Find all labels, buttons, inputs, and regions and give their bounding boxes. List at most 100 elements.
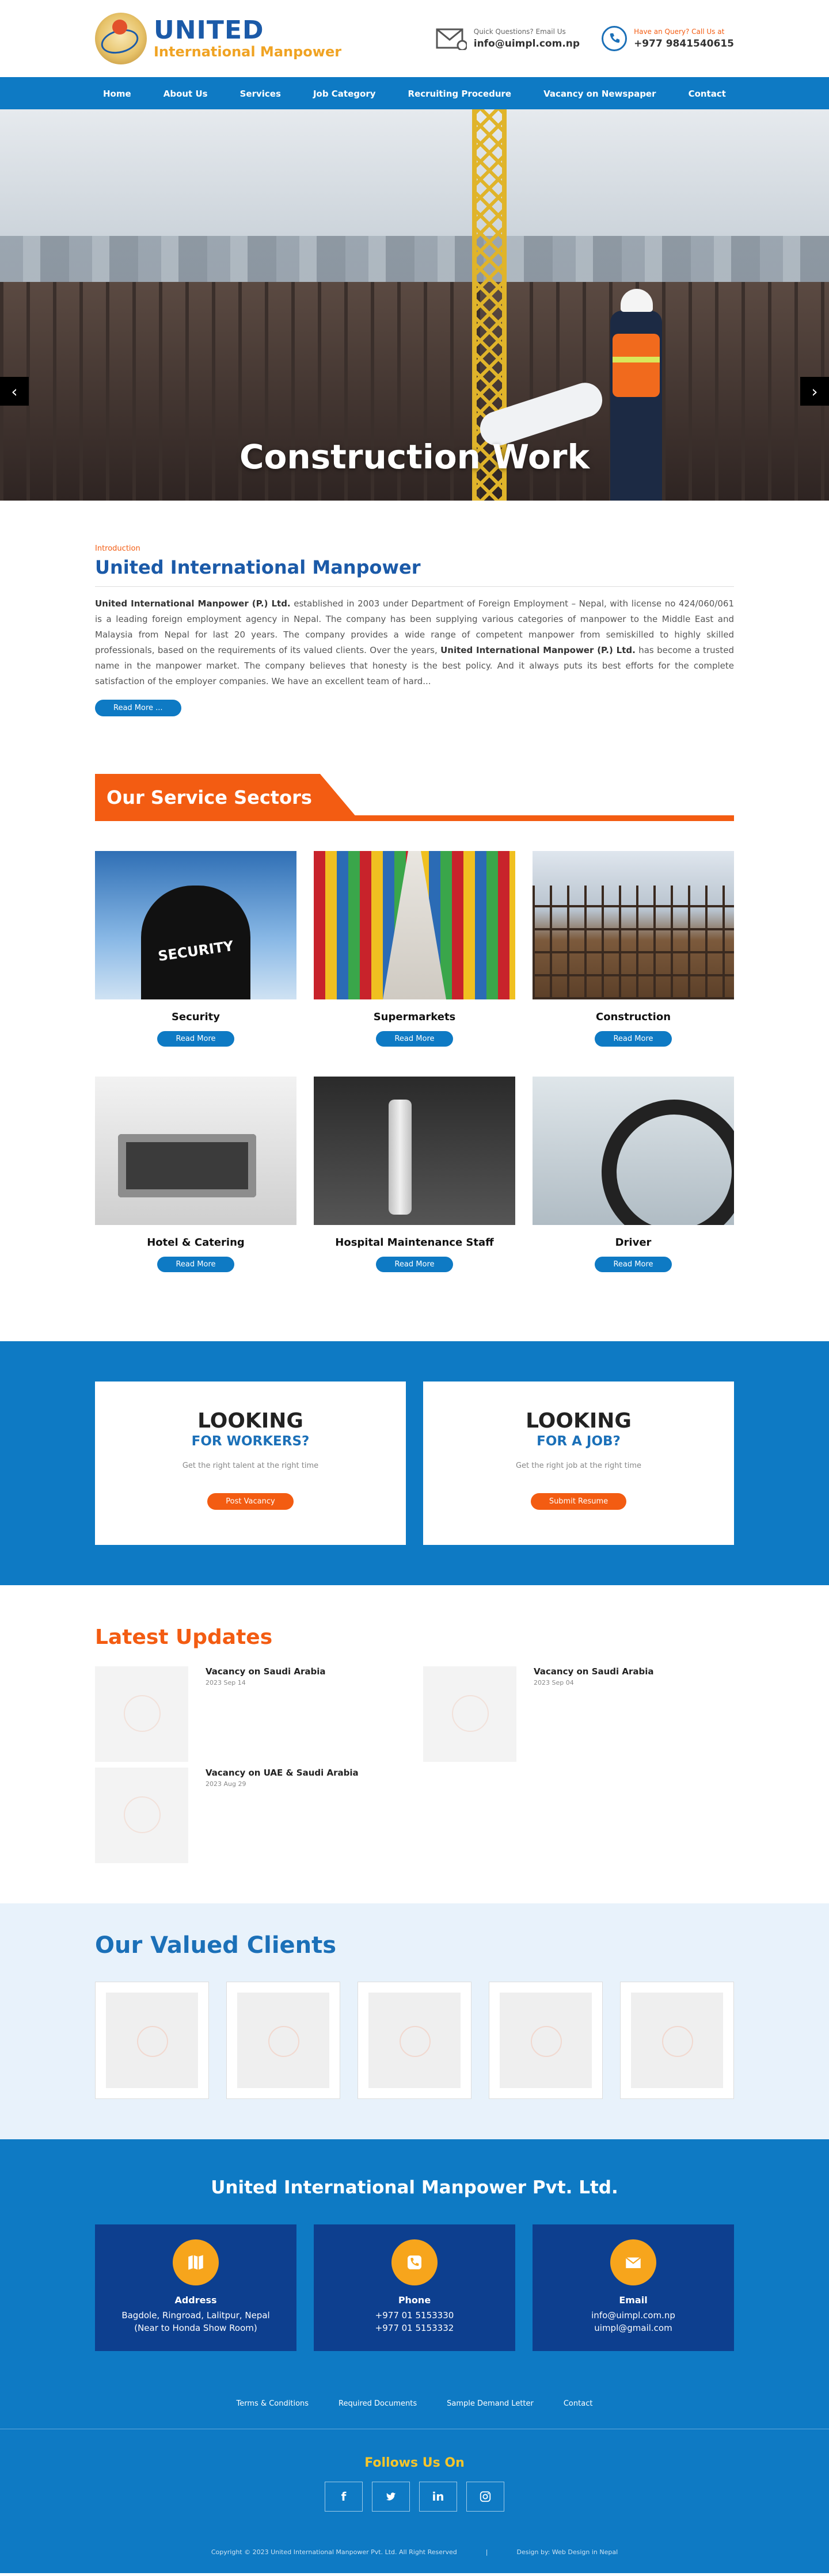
update-date: 2023 Sep 04 bbox=[534, 1679, 574, 1686]
hero-slider: Construction Work ‹ › bbox=[0, 109, 829, 501]
looking-for-workers-box: LOOKING FOR WORKERS? Get the right talen… bbox=[95, 1382, 406, 1545]
nav-vacancy-on-newspaper[interactable]: Vacancy on Newspaper bbox=[543, 89, 656, 99]
instagram-icon[interactable] bbox=[466, 2482, 504, 2512]
twitter-icon[interactable] bbox=[372, 2482, 410, 2512]
sector-name: Security bbox=[171, 1011, 220, 1023]
phone-box: Phone +977 01 5153330 +977 01 5153332 bbox=[314, 2224, 515, 2351]
site-footer: United International Manpower Pvt. Ltd. … bbox=[0, 2139, 829, 2573]
hero-title: Construction Work bbox=[239, 437, 590, 476]
sector-name: Hospital Maintenance Staff bbox=[335, 1237, 494, 1249]
sector-name: Driver bbox=[615, 1237, 652, 1249]
update-item[interactable]: Vacancy on UAE & Saudi Arabia 2023 Aug 29 bbox=[95, 1768, 406, 1863]
client-logo[interactable] bbox=[358, 1982, 471, 2099]
logo-line2: International Manpower bbox=[154, 44, 342, 60]
envelope-icon bbox=[610, 2239, 656, 2285]
slider-prev-button[interactable]: ‹ bbox=[0, 377, 29, 406]
clients-title: Our Valued Clients bbox=[95, 1932, 337, 1959]
footer-link-terms[interactable]: Terms & Conditions bbox=[237, 2399, 309, 2408]
linkedin-icon[interactable]: in bbox=[419, 2482, 457, 2512]
phone-icon bbox=[391, 2239, 438, 2285]
phone-label: Have an Query? Call Us at bbox=[634, 28, 725, 36]
footer-link-contact[interactable]: Contact bbox=[564, 2399, 593, 2408]
sector-name: Construction bbox=[595, 1011, 671, 1023]
intro-text: United International Manpower (P.) Ltd. … bbox=[95, 598, 734, 686]
intro-read-more-button[interactable]: Read More ... bbox=[95, 700, 181, 716]
update-title[interactable]: Vacancy on Saudi Arabia bbox=[206, 1666, 326, 1677]
email-contact[interactable]: Quick Questions? Email Us info@uimpl.com… bbox=[436, 25, 580, 52]
sector-read-more-button[interactable]: Read More bbox=[157, 1257, 234, 1272]
latest-updates-section: Latest Updates Vacancy on Saudi Arabia 20… bbox=[95, 1585, 734, 1903]
footer-company-name: United International Manpower Pvt. Ltd. bbox=[211, 2177, 618, 2198]
intro-eyebrow: Introduction bbox=[95, 544, 140, 553]
chevron-left-icon: ‹ bbox=[11, 381, 18, 401]
phone-icon bbox=[602, 26, 628, 51]
site-header: UNITED International Manpower Quick Ques… bbox=[0, 0, 829, 77]
update-date: 2023 Aug 29 bbox=[206, 1780, 246, 1788]
main-nav: Home About Us Services Job Category Recr… bbox=[0, 77, 829, 109]
facebook-icon[interactable]: f bbox=[325, 2482, 363, 2512]
sector-name: Supermarkets bbox=[373, 1011, 456, 1023]
email-box: Email info@uimpl.com.np uimpl@gmail.com bbox=[533, 2224, 734, 2351]
sector-read-more-button[interactable]: Read More bbox=[376, 1031, 453, 1047]
sector-card-construction: Construction Read More bbox=[533, 851, 734, 1047]
security-image: SECURITY bbox=[95, 851, 296, 999]
footer-link-sample-demand-letter[interactable]: Sample Demand Letter bbox=[447, 2399, 534, 2408]
sector-read-more-button[interactable]: Read More bbox=[157, 1031, 234, 1047]
nav-recruiting-procedure[interactable]: Recruiting Procedure bbox=[408, 89, 512, 99]
logo[interactable]: UNITED International Manpower bbox=[95, 13, 341, 64]
sector-card-hotel-catering: Hotel & Catering Read More bbox=[95, 1077, 296, 1272]
intro-title: United International Manpower bbox=[95, 556, 734, 587]
hotel-catering-image bbox=[95, 1077, 296, 1225]
nav-job-category[interactable]: Job Category bbox=[313, 89, 376, 99]
looking-for-job-box: LOOKING FOR A JOB? Get the right job at … bbox=[423, 1382, 734, 1545]
looking-section: LOOKING FOR WORKERS? Get the right talen… bbox=[0, 1341, 829, 1585]
designer-credit[interactable]: Design by: Web Design in Nepal bbox=[517, 2548, 618, 2556]
phone-number[interactable]: +977 9841540615 bbox=[634, 38, 734, 49]
sector-read-more-button[interactable]: Read More bbox=[376, 1257, 453, 1272]
copyright-text: Copyright © 2023 United International Ma… bbox=[211, 2548, 457, 2556]
phone-contact[interactable]: Have an Query? Call Us at +977 984154061… bbox=[602, 26, 734, 51]
post-vacancy-button[interactable]: Post Vacancy bbox=[207, 1493, 294, 1510]
client-logo[interactable] bbox=[226, 1982, 340, 2099]
sector-read-more-button[interactable]: Read More bbox=[595, 1031, 672, 1047]
sector-card-driver: Driver Read More bbox=[533, 1077, 734, 1272]
sector-card-supermarkets: Supermarkets Read More bbox=[314, 851, 515, 1047]
nav-home[interactable]: Home bbox=[103, 89, 131, 99]
update-item[interactable]: Vacancy on Saudi Arabia 2023 Sep 04 bbox=[423, 1666, 734, 1762]
email-label: Quick Questions? Email Us bbox=[473, 28, 566, 36]
logo-line1: UNITED bbox=[154, 16, 264, 45]
submit-resume-button[interactable]: Submit Resume bbox=[530, 1493, 627, 1510]
sector-card-security: SECURITY Security Read More bbox=[95, 851, 296, 1047]
sector-read-more-button[interactable]: Read More bbox=[595, 1257, 672, 1272]
sectors-title: Our Service Sectors bbox=[107, 787, 312, 808]
hospital-maintenance-image bbox=[314, 1077, 515, 1225]
clients-section: Our Valued Clients bbox=[0, 1903, 829, 2139]
driver-image bbox=[533, 1077, 734, 1225]
email-address[interactable]: info@uimpl.com.np bbox=[474, 38, 580, 49]
logo-emblem-icon bbox=[95, 13, 147, 64]
footer-link-required-documents[interactable]: Required Documents bbox=[339, 2399, 417, 2408]
update-thumbnail[interactable] bbox=[95, 1768, 188, 1863]
update-title[interactable]: Vacancy on UAE & Saudi Arabia bbox=[206, 1768, 359, 1778]
address-box: Address Bagdole, Ringroad, Lalitpur, Nep… bbox=[95, 2224, 296, 2351]
client-logo[interactable] bbox=[620, 1982, 734, 2099]
update-item[interactable]: Vacancy on Saudi Arabia 2023 Sep 14 bbox=[95, 1666, 406, 1762]
client-logo[interactable] bbox=[489, 1982, 603, 2099]
sector-card-hospital-maintenance: Hospital Maintenance Staff Read More bbox=[314, 1077, 515, 1272]
envelope-icon bbox=[436, 25, 467, 52]
nav-services[interactable]: Services bbox=[240, 89, 281, 99]
service-sectors-section: Our Service Sectors SECURITY Security Re… bbox=[95, 774, 734, 1272]
nav-contact[interactable]: Contact bbox=[689, 89, 726, 99]
sector-name: Hotel & Catering bbox=[147, 1237, 245, 1249]
client-logo[interactable] bbox=[95, 1982, 209, 2099]
slider-next-button[interactable]: › bbox=[800, 377, 829, 406]
update-thumbnail[interactable] bbox=[95, 1666, 188, 1762]
chevron-right-icon: › bbox=[811, 381, 818, 401]
update-title[interactable]: Vacancy on Saudi Arabia bbox=[534, 1666, 654, 1677]
supermarket-image bbox=[314, 851, 515, 999]
nav-about-us[interactable]: About Us bbox=[163, 89, 208, 99]
map-icon bbox=[173, 2239, 219, 2285]
update-thumbnail[interactable] bbox=[423, 1666, 516, 1762]
construction-image bbox=[533, 851, 734, 999]
updates-title: Latest Updates bbox=[95, 1625, 273, 1649]
